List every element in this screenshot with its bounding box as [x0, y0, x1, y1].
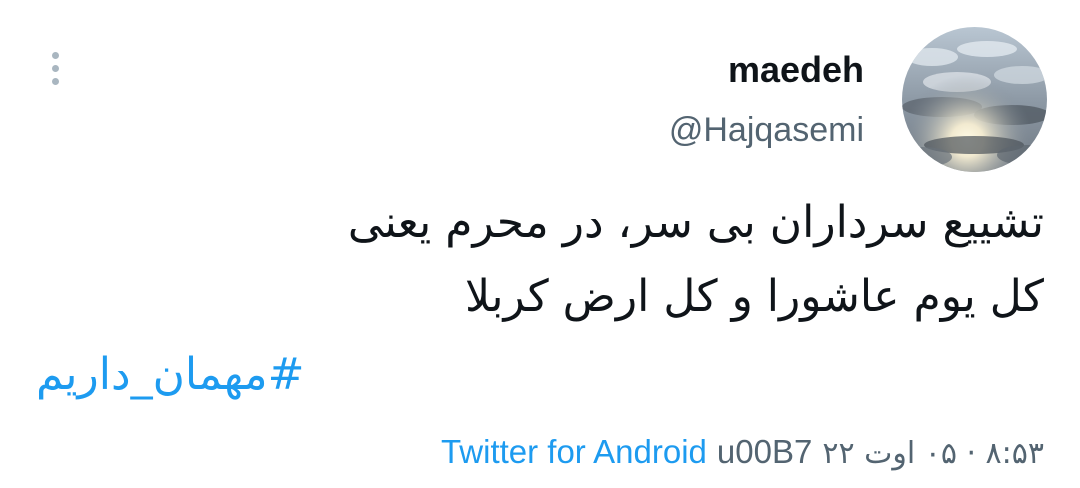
- sky-clouds-avatar-icon: [902, 27, 1047, 172]
- tweet-meta: Twitter for Android u00B7 ۸:۵۳ · ۰۵ اوت …: [441, 428, 1044, 478]
- tweet-text: تشییع سرداران بی سر، در محرم یعنی کل یوم…: [84, 186, 1044, 334]
- avatar[interactable]: [902, 27, 1047, 172]
- more-dot-icon: [51, 51, 59, 59]
- more-dot-icon: [51, 64, 59, 72]
- tweet-text-line: کل یوم عاشورا و کل ارض کربلا: [464, 271, 1044, 322]
- tweet-timestamp[interactable]: ۸:۵۳ · ۰۵ اوت ۲۲: [822, 430, 1044, 478]
- more-options-button[interactable]: [38, 46, 72, 90]
- author-display-name[interactable]: maedeh: [728, 48, 864, 92]
- meta-separator: u00B7: [716, 433, 813, 470]
- source-app-link[interactable]: Twitter for Android: [441, 428, 707, 476]
- tweet-card: maedeh @Hajqasemi تشییع سرداران بی سر، د…: [0, 0, 1080, 488]
- more-dot-icon: [51, 77, 59, 85]
- author-handle[interactable]: @Hajqasemi: [669, 108, 864, 152]
- tweet-text-line: تشییع سرداران بی سر، در محرم یعنی: [347, 197, 1044, 248]
- hashtag-link[interactable]: #مهمان_داریم: [36, 340, 304, 410]
